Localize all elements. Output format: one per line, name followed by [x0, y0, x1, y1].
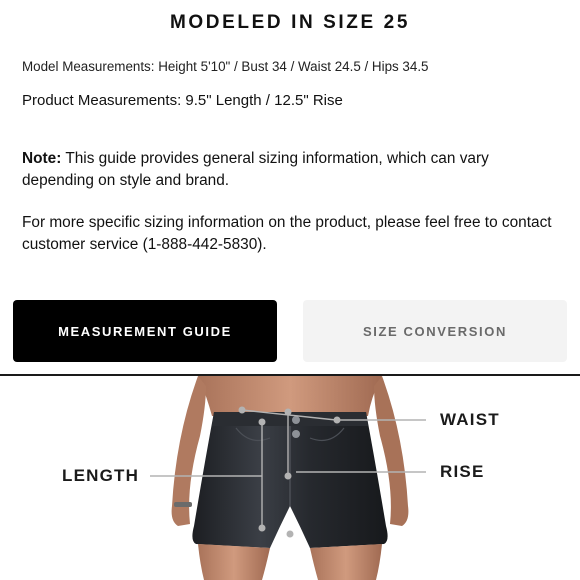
note-label: Note: [22, 150, 62, 167]
measurement-guide-figure: WAIST RISE LENGTH [0, 376, 580, 580]
right-leg [310, 544, 382, 580]
tab-measurement-guide[interactable]: MEASUREMENT GUIDE [13, 300, 277, 362]
sizing-note: Note: This guide provides general sizing… [22, 148, 562, 192]
page-title: MODELED IN SIZE 25 [169, 12, 410, 33]
length-label: LENGTH [62, 466, 140, 485]
customer-service-info: For more specific sizing information on … [22, 214, 552, 253]
tab-size-conversion[interactable]: SIZE CONVERSION [303, 300, 567, 362]
bracelet [174, 502, 192, 507]
waist-label: WAIST [440, 410, 500, 429]
model-measurements: Model Measurements: Height 5'10" / Bust … [22, 59, 429, 74]
left-leg [198, 544, 270, 580]
note-text: This guide provides general sizing infor… [22, 150, 489, 189]
product-measurements: Product Measurements: 9.5" Length / 12.5… [22, 92, 343, 109]
rise-label: RISE [440, 462, 485, 481]
